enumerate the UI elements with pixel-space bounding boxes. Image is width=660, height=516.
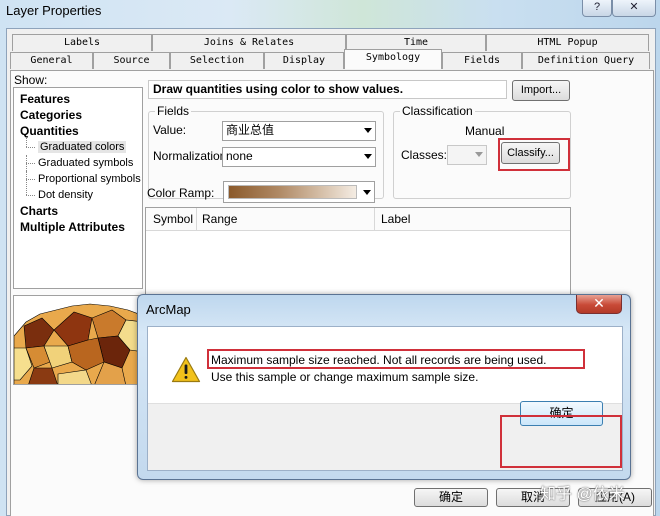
classification-method: Manual (465, 124, 505, 138)
normalization-label: Normalization: (153, 149, 230, 163)
show-item-features[interactable]: Features (14, 91, 142, 107)
symbology-description: Draw quantities using color to show valu… (148, 80, 507, 99)
tab-selection[interactable]: Selection (170, 52, 264, 69)
show-sub-graduated-colors[interactable]: Graduated colors (14, 138, 142, 155)
show-item-charts[interactable]: Charts (14, 203, 142, 219)
normalization-select[interactable]: none (222, 147, 376, 167)
classification-group-label: Classification (400, 104, 475, 118)
classes-label: Classes: (401, 148, 448, 162)
arcmap-message-dialog: ArcMap ✕ Maximum sample size reached. No… (137, 294, 631, 480)
table-header: Symbol Range Label (146, 208, 570, 231)
tab-fields[interactable]: Fields (442, 52, 522, 69)
message-highlight-box (207, 349, 585, 369)
show-item-multiple-attributes[interactable]: Multiple Attributes (14, 219, 142, 235)
symbology-preview-map (13, 295, 143, 385)
normalization-value: none (226, 149, 253, 163)
column-divider (374, 208, 375, 231)
tab-symbology[interactable]: Symbology (344, 49, 442, 69)
show-item-quantities[interactable]: Quantities (14, 123, 142, 139)
chevron-down-icon (363, 190, 371, 195)
tab-html-popup[interactable]: HTML Popup (486, 34, 649, 51)
show-sub-label: Graduated colors (38, 141, 127, 153)
show-sub-label: Proportional symbols (38, 173, 141, 185)
value-label: Value: (153, 123, 187, 137)
symbol-class-table[interactable]: Symbol Range Label (145, 207, 571, 299)
show-sub-dot-density[interactable]: Dot density (14, 186, 142, 203)
column-header-symbol[interactable]: Symbol (153, 212, 193, 226)
ok-highlight-box (500, 415, 622, 468)
show-sub-label: Graduated symbols (38, 157, 134, 169)
tab-joins-relates[interactable]: Joins & Relates (152, 34, 346, 51)
show-sub-graduated-symbols[interactable]: Graduated symbols (14, 155, 142, 171)
preview-map-graphic (14, 296, 142, 384)
tab-definition-query[interactable]: Definition Query (522, 52, 650, 69)
close-button[interactable]: ✕ (612, 0, 656, 17)
show-label: Show: (14, 73, 48, 87)
show-sub-proportional-symbols[interactable]: Proportional symbols (14, 171, 142, 187)
color-ramp-label: Color Ramp: (147, 186, 215, 200)
show-sub-label: Dot density (38, 189, 94, 201)
tab-labels[interactable]: Labels (12, 34, 152, 51)
fields-group-label: Fields (155, 104, 192, 118)
show-item-categories[interactable]: Categories (14, 107, 142, 123)
dialog-close-button[interactable]: ✕ (576, 295, 622, 314)
watermark: 知乎 @依米 (540, 486, 625, 503)
warning-icon (171, 356, 201, 383)
chevron-down-icon (364, 128, 372, 133)
tab-general[interactable]: General (10, 52, 93, 69)
classify-highlight-box (498, 138, 570, 171)
show-tree: Features Categories Quantities Graduated… (13, 87, 143, 289)
value-field-value: 商业总值 (226, 123, 275, 137)
tab-source[interactable]: Source (93, 52, 170, 69)
import-button[interactable]: Import... (512, 80, 570, 101)
dialog-title: ArcMap (146, 302, 191, 317)
column-header-range[interactable]: Range (202, 212, 237, 226)
dialog-message-secondary: Use this sample or change maximum sample… (211, 370, 479, 384)
column-divider (196, 208, 197, 231)
classes-select[interactable] (447, 145, 487, 165)
chevron-down-icon (475, 152, 483, 157)
title-bar[interactable]: Layer Properties ? ✕ (0, 0, 660, 28)
tab-display[interactable]: Display (264, 52, 344, 69)
chevron-down-icon (364, 154, 372, 159)
help-button[interactable]: ? (582, 0, 612, 17)
color-ramp-swatch (228, 185, 357, 199)
window-title: Layer Properties (6, 3, 102, 18)
column-header-label[interactable]: Label (381, 212, 410, 226)
ok-button[interactable]: 确定 (414, 488, 488, 507)
value-field-select[interactable]: 商业总值 (222, 121, 376, 141)
